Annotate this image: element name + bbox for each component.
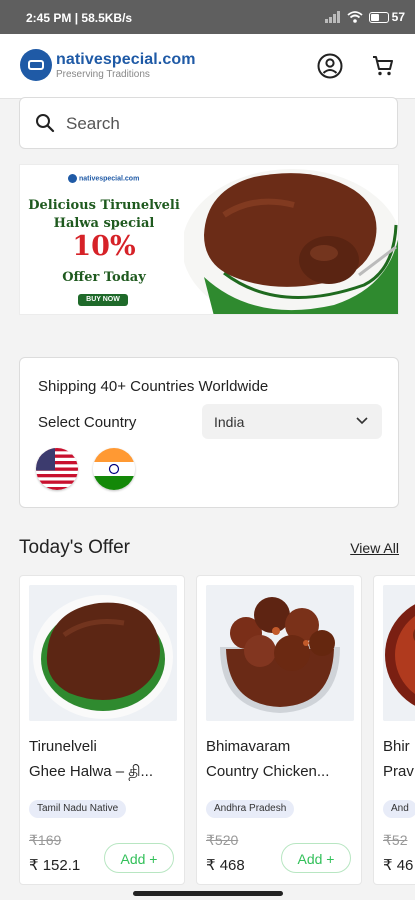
product-carousel[interactable]: Tirunelveli Ghee Halwa – தி... Tamil Nad…	[19, 575, 415, 887]
product-price: ₹ 46	[383, 857, 414, 874]
product-mrp: ₹52	[383, 832, 408, 848]
product-name-line2: Prav	[383, 763, 414, 780]
product-mrp: ₹169	[29, 832, 62, 848]
product-price: ₹ 152.1	[29, 857, 81, 874]
india-flag-icon[interactable]	[93, 448, 135, 490]
brand-name[interactable]: nativespecial.com	[56, 51, 196, 69]
product-region-tag: Andhra Pradesh	[206, 800, 295, 818]
todays-offer-title: Today's Offer	[19, 537, 130, 558]
product-image	[206, 585, 354, 721]
chevron-down-icon	[356, 417, 368, 425]
country-select-value: India	[214, 414, 245, 430]
product-name: Tirunelveli	[29, 738, 97, 755]
select-country-label: Select Country	[38, 414, 137, 431]
buy-now-button[interactable]: BUY NOW	[78, 294, 128, 306]
us-flag-icon[interactable]	[36, 448, 78, 490]
product-image	[383, 585, 415, 721]
country-select[interactable]: India	[202, 404, 382, 439]
cart-button[interactable]	[369, 52, 397, 80]
product-card[interactable]: Tirunelveli Ghee Halwa – தி... Tamil Nad…	[19, 575, 185, 885]
product-region-tag: Tamil Nadu Native	[29, 800, 127, 818]
search-icon	[36, 114, 55, 133]
status-bar: 2:45 PM | 58.5KB/s 57	[0, 0, 415, 34]
shipping-card: Shipping 40+ Countries Worldwide Select …	[19, 357, 399, 508]
search-bar[interactable]	[19, 97, 398, 149]
status-time: 2:45 PM | 58.5KB/s	[26, 11, 133, 25]
home-indicator[interactable]	[133, 891, 283, 896]
search-input[interactable]	[64, 111, 368, 137]
banner-logo: nativespecial.com	[68, 174, 139, 183]
product-name: Bhimavaram	[206, 738, 291, 755]
product-card[interactable]: Bhimavaram Country Chicken... Andhra Pra…	[196, 575, 362, 885]
brand-logo-icon[interactable]	[20, 49, 52, 81]
banner-offer-text: Offer Today	[62, 270, 146, 285]
signal-icon	[324, 11, 340, 23]
halwa-plate-image	[184, 169, 398, 314]
product-price: ₹ 468	[206, 857, 245, 874]
shipping-title: Shipping 40+ Countries Worldwide	[38, 378, 269, 395]
account-icon	[317, 53, 343, 79]
product-name-line2: Country Chicken...	[206, 763, 330, 780]
product-name-line2: Ghee Halwa – தி...	[29, 763, 154, 780]
app-header: nativespecial.com Preserving Traditions	[0, 34, 415, 99]
battery-icon	[368, 11, 389, 23]
cart-icon	[373, 56, 393, 76]
product-card[interactable]: Bhir Prav And ₹52 ₹ 46	[373, 575, 415, 885]
product-region-tag: And	[383, 800, 415, 818]
banner-discount: 10%	[72, 231, 136, 262]
brand-tagline: Preserving Traditions	[56, 69, 150, 80]
add-to-cart-button[interactable]: Add +	[104, 843, 174, 873]
product-mrp: ₹520	[206, 832, 239, 848]
banner-logo-icon	[68, 174, 77, 183]
battery-indicator: 57	[368, 10, 405, 24]
view-all-link[interactable]: View All	[350, 540, 399, 556]
status-icons: 57	[324, 10, 405, 24]
product-image	[29, 585, 177, 721]
product-name: Bhir	[383, 738, 410, 755]
add-to-cart-button[interactable]: Add +	[281, 843, 351, 873]
banner-headline: Delicious Tirunelveli Halwa special	[28, 198, 180, 231]
wifi-icon	[347, 11, 363, 23]
promo-banner[interactable]: nativespecial.com Delicious Tirunelveli H…	[19, 164, 399, 315]
account-button[interactable]	[316, 52, 344, 80]
